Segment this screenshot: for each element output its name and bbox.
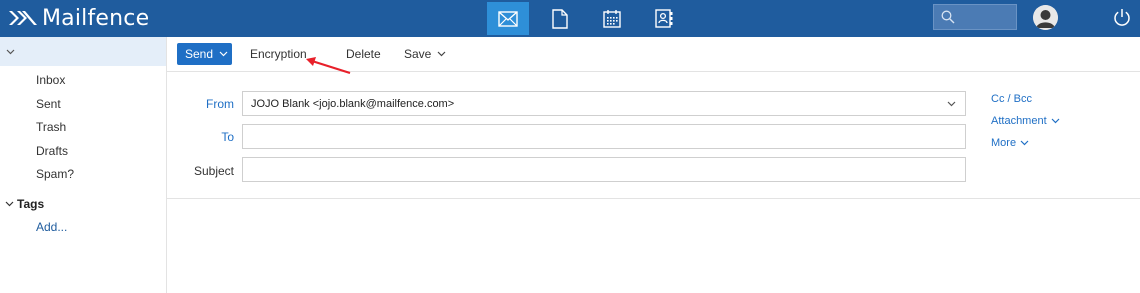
save-label: Save	[404, 47, 432, 61]
logout-button[interactable]	[1113, 8, 1131, 30]
from-value: JOJO Blank <jojo.blank@mailfence.com>	[251, 97, 455, 110]
search-icon	[941, 10, 955, 24]
annotation-arrow-icon	[306, 57, 351, 75]
send-button[interactable]: Send	[177, 43, 232, 65]
chevron-down-icon	[437, 51, 446, 57]
to-label[interactable]: To	[174, 130, 234, 144]
attachment-label: Attachment	[991, 115, 1047, 127]
folder-trash[interactable]: Trash	[36, 120, 66, 134]
sidebar: Inbox Sent Trash Drafts Spam? Tags Add..…	[0, 37, 167, 293]
mail-icon	[498, 10, 518, 27]
folder-inbox[interactable]: Inbox	[36, 73, 65, 87]
app-calendar-button[interactable]	[591, 2, 633, 35]
cc-bcc-link[interactable]: Cc / Bcc	[991, 93, 1032, 105]
mailfence-logo[interactable]: Mailfence	[8, 5, 149, 31]
calendar-icon	[603, 10, 621, 28]
tags-header[interactable]: Tags	[5, 197, 44, 211]
app-documents-button[interactable]	[539, 2, 581, 35]
app-switcher	[487, 0, 695, 37]
contacts-icon	[655, 9, 673, 28]
top-header: Mailfence	[0, 0, 1140, 37]
send-label: Send	[185, 47, 214, 61]
from-select[interactable]: JOJO Blank <jojo.blank@mailfence.com>	[242, 91, 966, 116]
chevron-down-icon	[1051, 118, 1060, 124]
tags-label: Tags	[17, 197, 45, 211]
chevron-down-icon	[947, 101, 956, 107]
app-mail-button[interactable]	[487, 2, 529, 35]
more-link[interactable]: More	[991, 137, 1029, 149]
from-label[interactable]: From	[174, 97, 234, 111]
add-tag-link[interactable]: Add...	[36, 220, 67, 234]
document-icon	[552, 8, 568, 29]
subject-field[interactable]	[242, 157, 966, 182]
user-avatar-icon	[1033, 5, 1058, 30]
app-contacts-button[interactable]	[643, 2, 685, 35]
folder-spam[interactable]: Spam?	[36, 167, 74, 181]
brand-name: Mailfence	[42, 5, 150, 31]
save-button[interactable]: Save	[404, 47, 446, 61]
mailfence-logo-icon	[9, 11, 37, 25]
search-input[interactable]	[933, 4, 1017, 30]
compose-divider	[167, 198, 1140, 199]
chevron-down-icon	[6, 49, 15, 54]
folder-sent[interactable]: Sent	[36, 97, 61, 111]
attachment-link[interactable]: Attachment	[991, 115, 1060, 127]
power-icon	[1114, 9, 1130, 26]
chevron-down-icon	[1020, 140, 1029, 146]
user-avatar[interactable]	[1033, 5, 1058, 30]
to-field[interactable]	[242, 124, 966, 149]
subject-label: Subject	[193, 164, 234, 178]
folders-header[interactable]	[0, 37, 166, 66]
chevron-down-icon	[219, 51, 228, 57]
folder-drafts[interactable]: Drafts	[36, 144, 68, 158]
more-label: More	[991, 137, 1017, 149]
chevron-down-icon	[5, 201, 14, 207]
encryption-button[interactable]: Encryption	[250, 47, 307, 61]
